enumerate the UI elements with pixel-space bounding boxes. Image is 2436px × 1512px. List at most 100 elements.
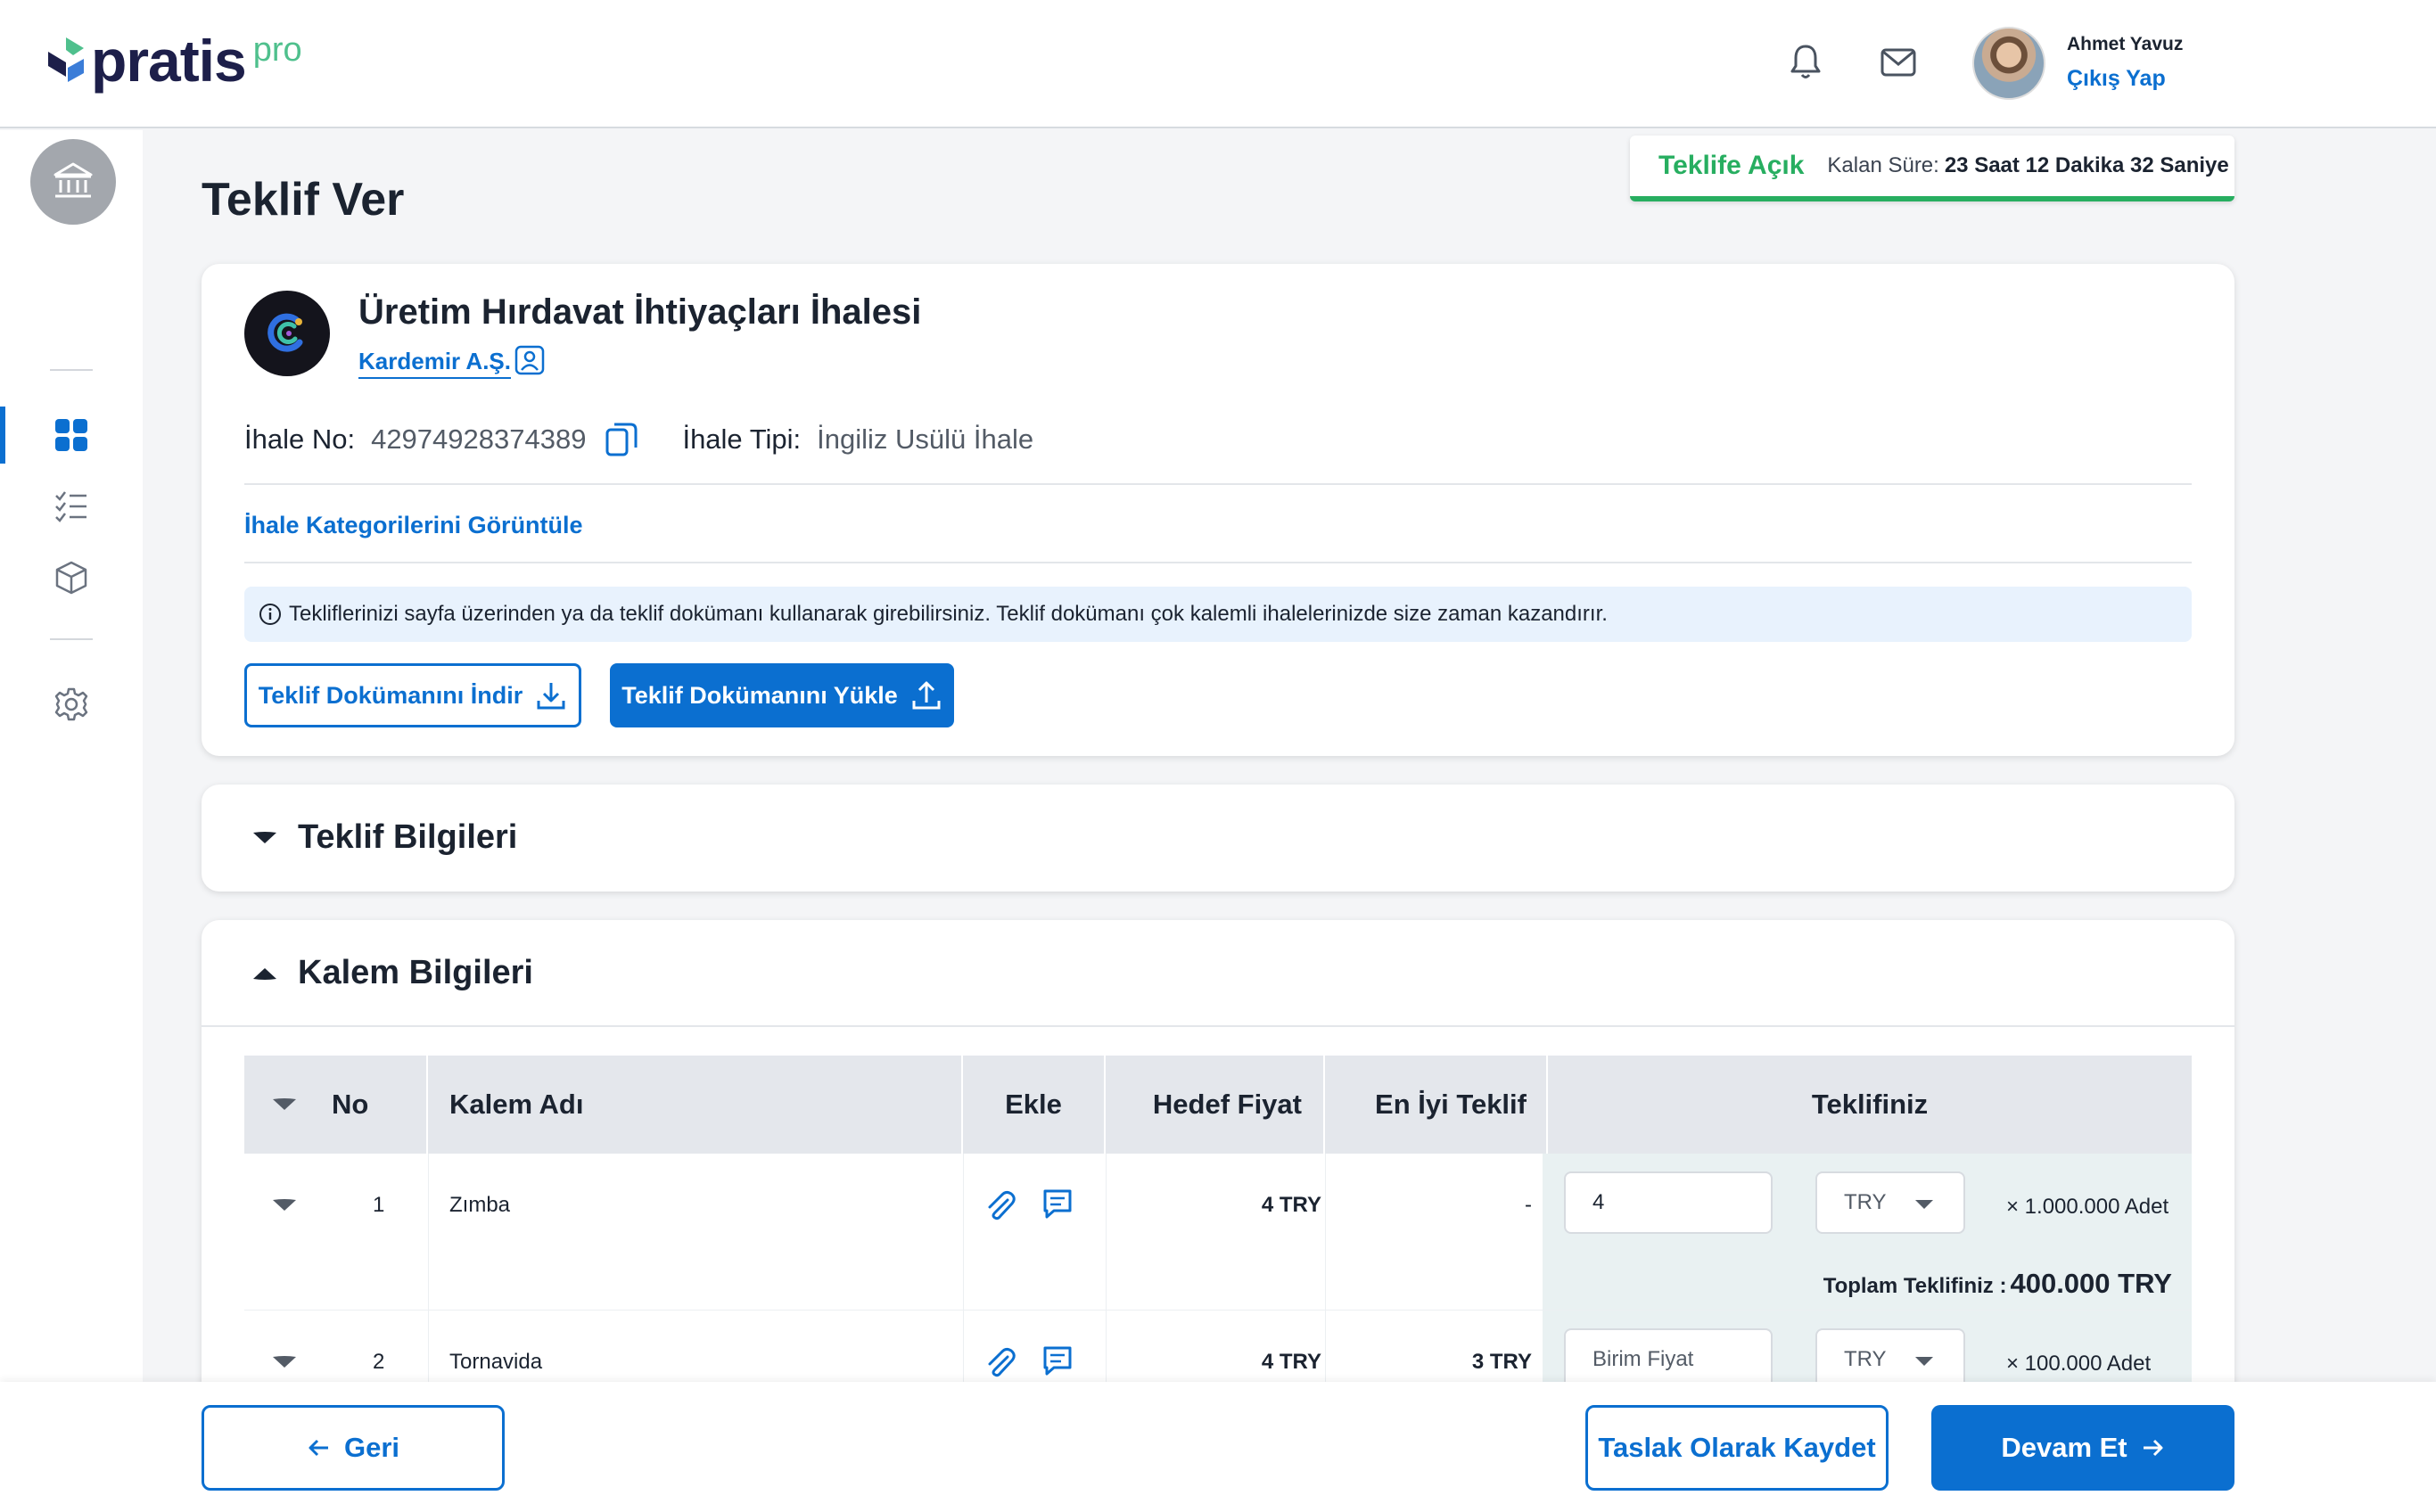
logout-link[interactable]: Çıkış Yap	[2067, 66, 2166, 92]
sidebar-item-dashboard[interactable]	[46, 410, 96, 460]
sidebar-divider	[50, 369, 93, 371]
upload-icon	[912, 681, 941, 710]
row-no: 1	[373, 1193, 385, 1217]
bank-icon	[53, 162, 93, 198]
item-info-title: Kalem Bilgileri	[298, 954, 533, 991]
expand-row-icon[interactable]	[271, 1196, 298, 1214]
item-info-section: Kalem Bilgileri No Kalem Adı Ekle Hedef …	[202, 920, 2234, 1419]
row-name: Tornavida	[449, 1350, 543, 1374]
offer-info-toggle[interactable]: Teklif Bilgileri	[251, 818, 517, 857]
currency-select[interactable]: TRY	[1815, 1171, 1965, 1234]
tender-meta-row: İhale No: 42974928374389 İhale Tipi: İng…	[244, 421, 1033, 458]
currency-value: TRY	[1844, 1347, 1887, 1371]
expand-row-icon[interactable]	[271, 1353, 298, 1371]
col-yours-header: Teklifiniz	[1811, 1089, 1929, 1120]
col-target-header: Hedef Fiyat	[1106, 1056, 1325, 1154]
mail-icon[interactable]	[1878, 41, 1919, 82]
box-icon	[55, 561, 87, 595]
col-add-header: Ekle	[963, 1056, 1106, 1154]
sidebar-item-products[interactable]	[46, 553, 96, 603]
chevron-down-icon	[1915, 1357, 1933, 1366]
logo-suffix: pro	[252, 31, 302, 69]
sidebar-active-indicator	[0, 407, 5, 464]
divider	[202, 1025, 2234, 1027]
caret-down-icon	[253, 831, 276, 843]
page-title: Teklif Ver	[202, 174, 405, 226]
row-target-price: 4 TRY	[1261, 1350, 1321, 1374]
sidebar-item-settings[interactable]	[46, 679, 96, 729]
tender-no-value: 42974928374389	[371, 423, 587, 455]
upload-offer-doc-label: Teklif Dokümanını Yükle	[621, 681, 898, 709]
notice-text: Tekliflerinizi sayfa üzerinden ya da tek…	[289, 602, 1608, 626]
checklist-icon	[55, 491, 86, 522]
back-button[interactable]: Geri	[202, 1405, 505, 1491]
download-offer-doc-button[interactable]: Teklif Dokümanını İndir	[244, 663, 581, 727]
continue-button[interactable]: Devam Et	[1931, 1405, 2234, 1491]
comment-icon[interactable]	[1041, 1344, 1074, 1378]
divider	[244, 562, 2192, 563]
company-logo	[244, 291, 330, 376]
download-icon	[537, 683, 565, 710]
tender-type-value: İngiliz Usülü İhale	[817, 423, 1034, 455]
caret-up-icon	[253, 967, 276, 980]
download-offer-doc-label: Teklif Dokümanını İndir	[258, 681, 523, 709]
bell-icon[interactable]	[1785, 41, 1826, 82]
total-value: 400.000 TRY	[2010, 1268, 2172, 1299]
paperclip-icon[interactable]	[984, 1344, 1016, 1380]
status-badge: Teklife Açık	[1658, 151, 1805, 180]
column-divider	[1106, 1154, 1107, 1311]
tender-type-label: İhale Tipi:	[682, 423, 802, 455]
copy-icon[interactable]	[604, 421, 639, 458]
logo-mark-icon	[48, 37, 84, 82]
currency-value: TRY	[1844, 1190, 1887, 1214]
column-divider	[1325, 1154, 1326, 1311]
tender-title: Üretim Hırdavat İhtiyaçları İhalesi	[358, 292, 922, 332]
view-categories-link[interactable]: İhale Kategorilerini Görüntüle	[244, 512, 583, 539]
row-total: Toplam Teklifiniz : 400.000 TRY	[1823, 1268, 2172, 1300]
sidebar-item-tasks[interactable]	[46, 481, 96, 531]
table-header: No Kalem Adı Ekle Hedef Fiyat En İyi Tek…	[244, 1056, 2192, 1154]
total-label: Toplam Teklifiniz :	[1823, 1274, 2007, 1298]
info-notice: Tekliflerinizi sayfa üzerinden ya da tek…	[244, 587, 2192, 642]
item-info-toggle[interactable]: Kalem Bilgileri	[251, 954, 533, 992]
table-header-no: No	[244, 1056, 428, 1154]
sidebar-item-bank[interactable]	[30, 139, 116, 225]
col-name-header: Kalem Adı	[428, 1056, 963, 1154]
save-draft-button[interactable]: Taslak Olarak Kaydet	[1585, 1405, 1889, 1491]
chevron-down-icon	[1915, 1200, 1933, 1209]
col-best-header: En İyi Teklif	[1325, 1056, 1548, 1154]
sidebar-divider	[50, 638, 93, 640]
arrow-left-icon	[309, 1439, 328, 1457]
unit-price-input[interactable]: 4	[1564, 1171, 1773, 1234]
offer-info-section: Teklif Bilgileri	[202, 785, 2234, 892]
company-link[interactable]: Kardemir A.Ş.	[358, 348, 511, 379]
remaining-time-value: 23 Saat 12 Dakika 32 Saniye	[1944, 153, 2229, 177]
tender-status-banner: Teklife Açık Kalan Süre: 23 Saat 12 Daki…	[1630, 136, 2234, 201]
row-no: 2	[373, 1350, 385, 1374]
back-label: Geri	[343, 1432, 400, 1463]
paperclip-icon[interactable]	[984, 1187, 1016, 1223]
company-profile-icon[interactable]	[514, 344, 546, 376]
top-header: pratis pro Ahmet Yavuz Çıkış Yap	[0, 0, 2436, 128]
avatar[interactable]	[1972, 27, 2045, 100]
table-row: 1 Zımba 4 TRY - 4 TRY × 1.000.000 Adet T…	[244, 1154, 2192, 1311]
row-name: Zımba	[449, 1193, 511, 1217]
pratis-logo[interactable]: pratis pro	[46, 28, 302, 94]
tender-info-card: Üretim Hırdavat İhtiyaçları İhalesi Kard…	[202, 264, 2234, 756]
gear-icon	[54, 687, 88, 721]
arrow-right-icon	[2143, 1439, 2163, 1457]
items-table: No Kalem Adı Ekle Hedef Fiyat En İyi Tek…	[244, 1056, 2192, 1419]
tender-no-label: İhale No:	[244, 423, 356, 455]
dashboard-icon	[55, 419, 87, 451]
offer-info-title: Teklif Bilgileri	[298, 818, 518, 856]
info-icon	[259, 604, 281, 625]
upload-offer-doc-button[interactable]: Teklif Dokümanını Yükle	[610, 663, 954, 727]
logo-text: pratis	[91, 28, 247, 94]
row-quantity: × 1.000.000 Adet	[2006, 1195, 2169, 1219]
comment-icon[interactable]	[1041, 1187, 1074, 1221]
caret-down-icon[interactable]	[271, 1096, 298, 1113]
user-name: Ahmet Yavuz	[2067, 34, 2184, 54]
remaining-time-label: Kalan Süre:	[1827, 153, 1939, 177]
divider	[244, 483, 2192, 485]
row-quantity: × 100.000 Adet	[2006, 1352, 2152, 1376]
